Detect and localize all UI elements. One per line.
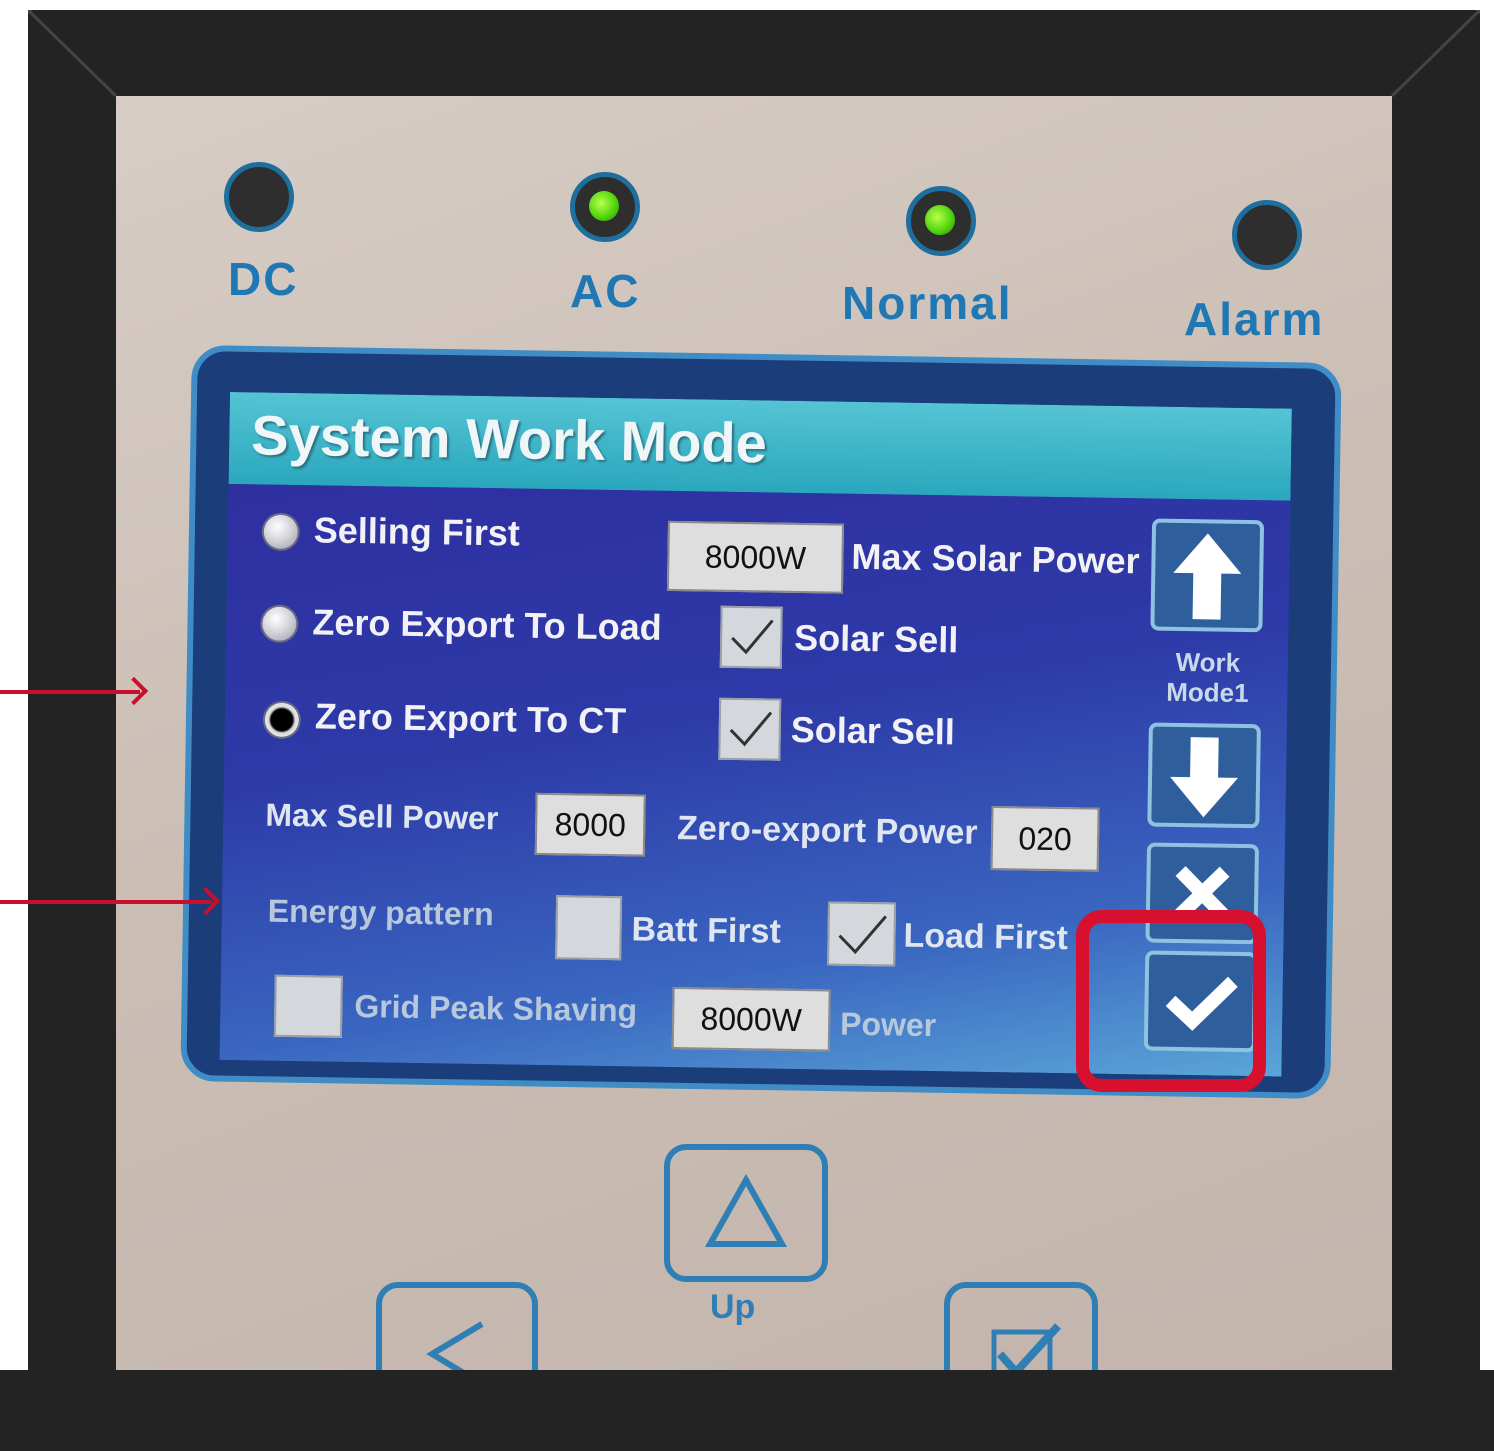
checkmark-icon — [729, 711, 773, 747]
max-sell-power-field[interactable]: 8000 — [534, 792, 646, 857]
energy-pattern-label: Energy pattern — [267, 892, 494, 933]
dc-led-icon — [224, 162, 294, 232]
arrow-down-icon — [1170, 737, 1239, 818]
page-up-button[interactable] — [1150, 518, 1265, 633]
max-solar-power-label: Max Solar Power — [851, 535, 1140, 582]
up-button-label: Up — [710, 1288, 756, 1326]
up-hardware-button[interactable] — [664, 1144, 828, 1282]
work-mode-line1: Work — [1175, 646, 1241, 678]
solar-sell-load-label: Solar Sell — [793, 616, 959, 661]
page-title: System Work Mode — [250, 403, 768, 475]
zero-export-power-label: Zero-export Power — [676, 809, 978, 852]
grid-peak-shaving-label: Grid Peak Shaving — [354, 988, 638, 1029]
triangle-up-icon — [704, 1173, 788, 1247]
max-solar-power-field[interactable]: 8000W — [666, 520, 845, 594]
zero-export-to-load-label: Zero Export To Load — [312, 601, 663, 648]
solar-sell-ct-label: Solar Sell — [790, 708, 956, 753]
ac-led-icon — [570, 172, 640, 242]
checkmark-icon — [838, 915, 887, 955]
page-down-button[interactable] — [1147, 722, 1261, 829]
annotation-arrow-icon — [0, 900, 212, 904]
load-first-checkbox[interactable] — [827, 901, 897, 967]
normal-label: Normal — [842, 277, 1013, 329]
alarm-label: Alarm — [1184, 293, 1325, 345]
checkmark-icon — [731, 619, 774, 655]
frame-bottom-edge — [0, 1370, 1494, 1451]
confirm-button-highlight — [1076, 910, 1266, 1092]
selling-first-label: Selling First — [313, 509, 521, 554]
title-bar: System Work Mode — [228, 392, 1292, 501]
max-sell-power-label: Max Sell Power — [265, 796, 499, 837]
load-first-label: Load First — [903, 916, 1069, 958]
zero-export-to-ct-label: Zero Export To CT — [314, 695, 627, 742]
work-mode-line2: Mode1 — [1165, 676, 1249, 709]
solar-sell-ct-checkbox[interactable] — [718, 697, 782, 761]
alarm-led-icon — [1232, 200, 1302, 270]
normal-led-icon — [906, 186, 976, 256]
arrow-up-icon — [1173, 533, 1242, 620]
grid-peak-shaving-power-label: Power — [839, 1005, 937, 1044]
batt-first-label: Batt First — [631, 910, 782, 951]
ac-label: AC — [570, 265, 641, 317]
grid-peak-shaving-checkbox[interactable] — [273, 974, 343, 1038]
annotation-arrow-icon — [0, 690, 140, 694]
batt-first-checkbox[interactable] — [555, 895, 623, 961]
zero-export-power-field[interactable]: 020 — [990, 806, 1100, 872]
solar-sell-load-checkbox[interactable] — [719, 605, 783, 669]
dc-label: DC — [228, 253, 299, 305]
grid-peak-shaving-power-field[interactable]: 8000W — [671, 987, 831, 1052]
